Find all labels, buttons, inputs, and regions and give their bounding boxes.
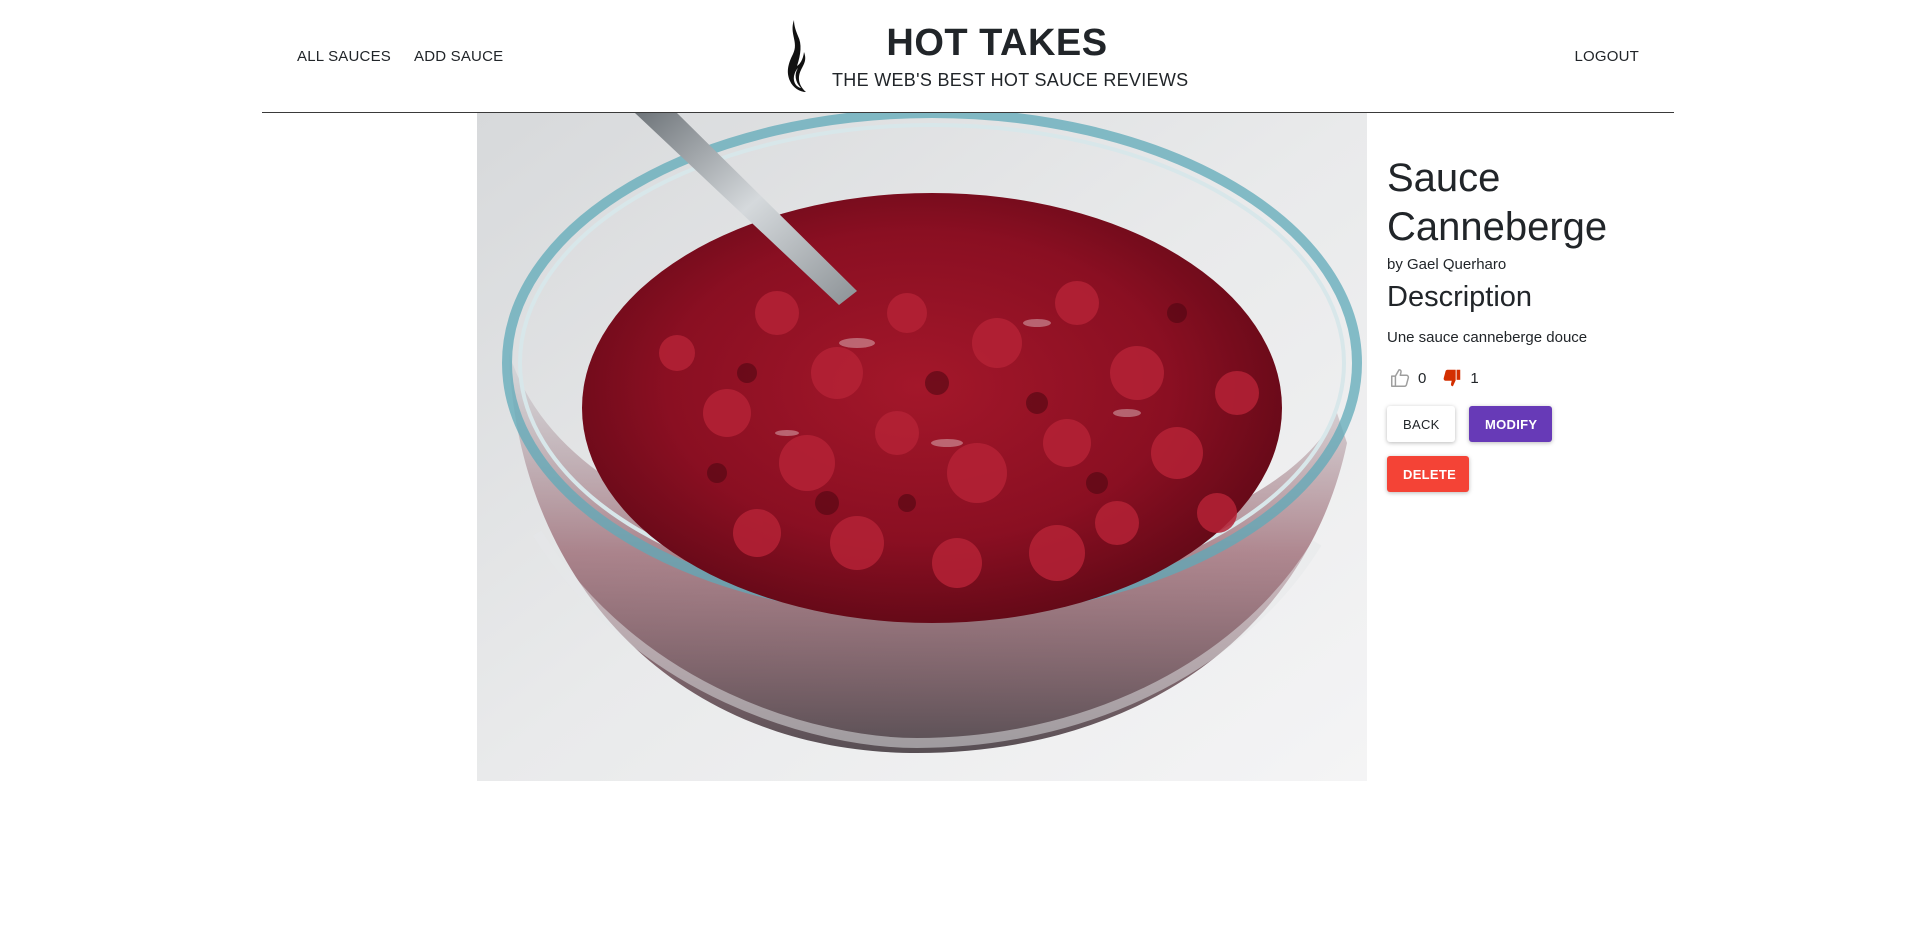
description-text: Une sauce canneberge douce [1387, 329, 1588, 346]
nav-add-sauce[interactable]: ADD SAUCE [414, 48, 503, 65]
site-header: ALL SAUCES ADD SAUCE HOT TAKES THE WEB'S… [262, 0, 1674, 113]
modify-button[interactable]: MODIFY [1469, 406, 1552, 442]
brand: HOT TAKES THE WEB'S BEST HOT SAUCE REVIE… [785, 18, 1189, 98]
dislikes-count: 1 [1470, 369, 1479, 387]
thumbs-down-icon[interactable] [1439, 365, 1465, 391]
votes: 0 1 [1387, 364, 1647, 392]
likes-count: 0 [1418, 369, 1427, 387]
back-button[interactable]: BACK [1387, 406, 1455, 442]
sauce-details: Sauce Canneberge by Gael Querharo Descri… [1387, 154, 1647, 492]
delete-button[interactable]: DELETE [1387, 456, 1469, 492]
site-subtitle: THE WEB'S BEST HOT SAUCE REVIEWS [832, 70, 1189, 90]
site-title: HOT TAKES [886, 22, 1108, 64]
action-row: BACK MODIFY [1387, 406, 1647, 442]
sauce-author: by Gael Querharo [1387, 256, 1507, 273]
flame-icon [785, 20, 809, 94]
logout-link[interactable]: LOGOUT [1574, 48, 1639, 65]
nav-all-sauces[interactable]: ALL SAUCES [297, 48, 391, 65]
sauce-detail-page: ALL SAUCES ADD SAUCE HOT TAKES THE WEB'S… [0, 0, 1919, 945]
thumbs-up-icon[interactable] [1387, 365, 1413, 391]
sauce-name: Sauce Canneberge [1387, 156, 1608, 249]
description-heading: Description [1387, 281, 1533, 313]
sauce-image [477, 113, 1367, 781]
